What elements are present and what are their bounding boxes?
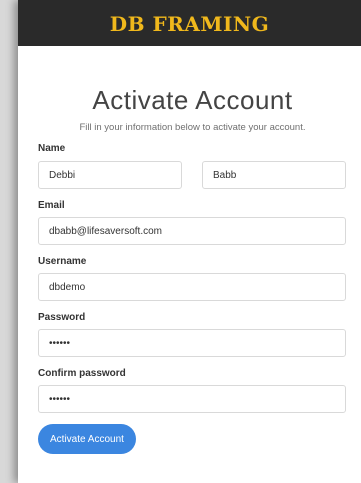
name-label: Name: [38, 143, 66, 154]
first-name-input[interactable]: [38, 161, 182, 189]
brand-logo: DB FRAMING: [109, 12, 270, 36]
email-label: Email: [38, 200, 65, 211]
page-subtitle: Fill in your information below to activa…: [79, 122, 306, 133]
last-name-input[interactable]: [202, 161, 346, 189]
password-input[interactable]: [38, 329, 346, 357]
name-group: Name: [38, 143, 347, 189]
password-group: Password: [38, 312, 347, 357]
confirm-password-input[interactable]: [38, 385, 346, 413]
email-group: Email: [38, 200, 347, 245]
confirm-password-group: Confirm password: [38, 368, 347, 413]
email-input[interactable]: [38, 217, 346, 245]
activate-account-button[interactable]: Activate Account: [38, 424, 136, 454]
username-group: Username: [38, 256, 347, 301]
name-row: [38, 161, 346, 189]
brand-header: DB FRAMING: [18, 0, 361, 46]
username-label: Username: [38, 256, 87, 267]
username-input[interactable]: [38, 273, 346, 301]
activation-card: DB FRAMING Activate Account Fill in your…: [18, 0, 361, 483]
confirm-password-label: Confirm password: [38, 368, 126, 379]
activation-form: Activate Account Fill in your informatio…: [18, 84, 361, 454]
page-title: Activate Account: [92, 85, 293, 115]
password-label: Password: [38, 312, 86, 323]
